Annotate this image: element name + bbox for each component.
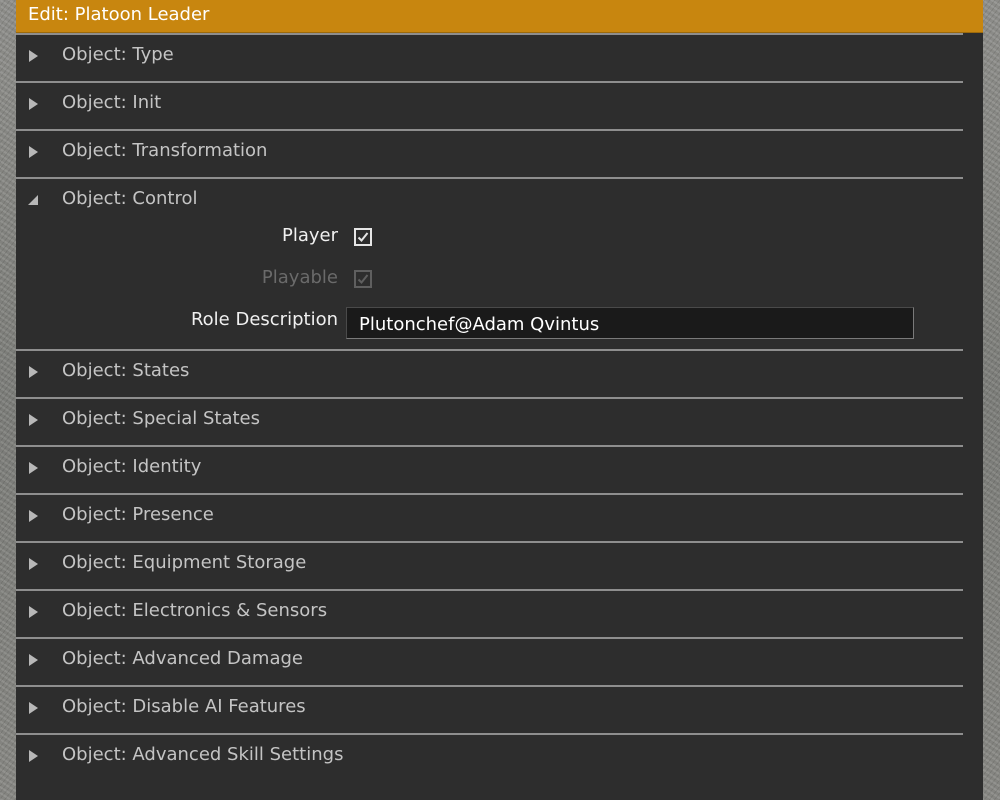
triangle-right-icon	[29, 702, 38, 714]
section-label: Object: Init	[62, 92, 162, 113]
triangle-right-icon	[29, 366, 38, 378]
section-label: Object: Electronics & Sensors	[62, 600, 328, 621]
checkmark-icon	[357, 232, 369, 242]
triangle-right-icon	[29, 146, 38, 158]
player-label: Player	[281, 225, 338, 246]
triangle-right-icon	[29, 510, 38, 522]
section-header-object-init[interactable]: Object: Init	[16, 83, 963, 129]
section-object-advanced-skill-settings: Object: Advanced Skill Settings	[16, 733, 963, 781]
checkmark-icon	[357, 274, 369, 284]
section-label: Object: Advanced Skill Settings	[62, 744, 344, 765]
dialog-title-bar[interactable]: Edit: Platoon Leader	[16, 0, 983, 33]
section-header-object-advanced-skill-settings[interactable]: Object: Advanced Skill Settings	[16, 735, 963, 781]
triangle-right-icon	[29, 50, 38, 62]
section-label: Object: Equipment Storage	[62, 552, 307, 573]
section-label: Object: Disable AI Features	[62, 696, 306, 717]
section-header-object-control[interactable]: Object: Control	[16, 179, 963, 225]
triangle-down-icon	[28, 195, 38, 205]
section-object-special-states: Object: Special States	[16, 397, 963, 445]
section-header-object-advanced-damage[interactable]: Object: Advanced Damage	[16, 639, 963, 685]
triangle-right-icon	[29, 606, 38, 618]
role-description-input[interactable]	[346, 307, 914, 339]
triangle-right-icon	[29, 98, 38, 110]
section-header-object-states[interactable]: Object: States	[16, 351, 963, 397]
section-label: Object: Transformation	[62, 140, 268, 161]
triangle-right-icon	[29, 750, 38, 762]
triangle-right-icon	[29, 462, 38, 474]
triangle-right-icon	[29, 414, 38, 426]
section-label: Object: Presence	[62, 504, 214, 525]
section-object-states: Object: States	[16, 349, 963, 397]
section-object-presence: Object: Presence	[16, 493, 963, 541]
section-header-object-special-states[interactable]: Object: Special States	[16, 399, 963, 445]
section-object-control: Object: Control Player Playable Role Des…	[16, 177, 963, 349]
triangle-right-icon	[29, 654, 38, 666]
section-object-init: Object: Init	[16, 81, 963, 129]
section-label: Object: Special States	[62, 408, 261, 429]
section-header-object-transformation[interactable]: Object: Transformation	[16, 131, 963, 177]
section-object-type: Object: Type	[16, 33, 963, 81]
section-object-identity: Object: Identity	[16, 445, 963, 493]
triangle-right-icon	[29, 558, 38, 570]
playable-label: Playable	[261, 267, 338, 288]
section-header-object-identity[interactable]: Object: Identity	[16, 447, 963, 493]
section-header-object-presence[interactable]: Object: Presence	[16, 495, 963, 541]
section-header-object-equipment-storage[interactable]: Object: Equipment Storage	[16, 543, 963, 589]
attributes-list[interactable]: Object: Type Object: Init Object: Transf…	[16, 33, 983, 800]
section-object-equipment-storage: Object: Equipment Storage	[16, 541, 963, 589]
section-object-transformation: Object: Transformation	[16, 129, 963, 177]
dialog-title: Edit: Platoon Leader	[28, 4, 210, 25]
section-object-disable-ai-features: Object: Disable AI Features	[16, 685, 963, 733]
section-header-object-disable-ai-features[interactable]: Object: Disable AI Features	[16, 687, 963, 733]
section-header-object-type[interactable]: Object: Type	[16, 35, 963, 81]
section-label: Object: States	[62, 360, 190, 381]
player-checkbox[interactable]	[354, 228, 372, 246]
playable-checkbox	[354, 270, 372, 288]
section-object-advanced-damage: Object: Advanced Damage	[16, 637, 963, 685]
section-label: Object: Advanced Damage	[62, 648, 303, 669]
edit-attributes-dialog: Edit: Platoon Leader Object: Type Object…	[16, 0, 983, 800]
role-description-label: Role Description	[190, 309, 338, 330]
section-body-object-control: Player Playable Role Description	[16, 225, 963, 349]
section-label: Object: Identity	[62, 456, 202, 477]
section-object-electronics-sensors: Object: Electronics & Sensors	[16, 589, 963, 637]
section-header-object-electronics-sensors[interactable]: Object: Electronics & Sensors	[16, 591, 963, 637]
section-label: Object: Control	[62, 188, 198, 209]
section-label: Object: Type	[62, 44, 174, 65]
